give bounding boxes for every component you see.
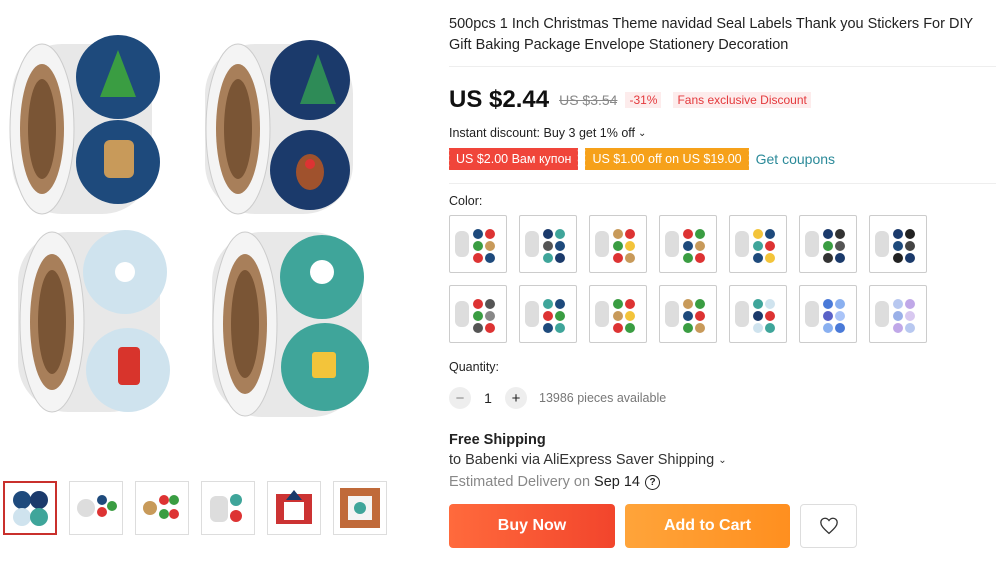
color-option-14[interactable] bbox=[869, 285, 927, 343]
price-row: US $2.44 US $3.54 -31% Fans exclusive Di… bbox=[449, 83, 996, 117]
color-option-4[interactable] bbox=[659, 215, 717, 273]
color-option-9[interactable] bbox=[519, 285, 577, 343]
quantity-decrease-button[interactable]: − bbox=[449, 387, 471, 409]
sticker-roll-image bbox=[9, 35, 160, 215]
pieces-available: 13986 pieces available bbox=[539, 391, 667, 405]
sticker-roll-image bbox=[18, 230, 170, 413]
instant-discount[interactable]: Instant discount: Buy 3 get 1% off ⌄ bbox=[449, 126, 996, 140]
product-info-panel: 500pcs 1 Inch Christmas Theme navidad Se… bbox=[446, 14, 996, 548]
color-option-image bbox=[805, 299, 845, 333]
color-option-6[interactable] bbox=[799, 215, 857, 273]
estimated-delivery-label: Estimated Delivery on bbox=[449, 474, 591, 490]
estimated-delivery-date: Sep 14 bbox=[594, 474, 640, 490]
chevron-down-icon: ⌄ bbox=[638, 127, 647, 139]
color-option-image bbox=[595, 229, 635, 263]
color-label: Color: bbox=[449, 194, 483, 208]
help-icon[interactable]: ? bbox=[645, 474, 660, 490]
main-product-image bbox=[0, 22, 380, 422]
buy-now-button[interactable]: Buy Now bbox=[449, 504, 615, 548]
color-option-image bbox=[455, 229, 495, 263]
color-option-11[interactable] bbox=[659, 285, 717, 343]
shipping-destination: to Babenki via AliExpress Saver Shipping bbox=[449, 452, 715, 468]
sticker-roll-image bbox=[212, 231, 369, 417]
chevron-down-icon: ⌄ bbox=[718, 454, 727, 466]
thumbnail-4[interactable] bbox=[201, 481, 255, 535]
thumbnail-1[interactable] bbox=[3, 481, 57, 535]
color-option-image bbox=[455, 299, 495, 333]
color-option-image bbox=[525, 229, 565, 263]
get-coupons-link[interactable]: Get coupons bbox=[756, 151, 835, 167]
color-option-image bbox=[525, 299, 565, 333]
action-buttons: Buy Now Add to Cart bbox=[449, 504, 996, 548]
color-option-12[interactable] bbox=[729, 285, 787, 343]
color-option-1[interactable] bbox=[449, 215, 507, 273]
quantity-increase-button[interactable]: + bbox=[505, 387, 527, 409]
instant-discount-label: Instant discount: Buy 3 get 1% off bbox=[449, 126, 635, 140]
coupons-row: US $2.00 Вам купон US $1.00 off on US $1… bbox=[446, 148, 996, 170]
color-swatches bbox=[449, 215, 996, 343]
thumbnail-5[interactable] bbox=[267, 481, 321, 535]
thumbnail-6[interactable] bbox=[333, 481, 387, 535]
thumbnail-2[interactable] bbox=[69, 481, 123, 535]
divider bbox=[449, 66, 996, 67]
divider bbox=[449, 183, 996, 184]
color-option-image bbox=[875, 229, 915, 263]
color-option-5[interactable] bbox=[729, 215, 787, 273]
color-option-8[interactable] bbox=[449, 285, 507, 343]
color-option-image bbox=[665, 229, 705, 263]
quantity-input[interactable]: 1 bbox=[471, 390, 505, 406]
color-option-image bbox=[735, 299, 775, 333]
current-price: US $2.44 bbox=[449, 86, 550, 113]
shipping-title: Free Shipping bbox=[449, 432, 546, 448]
sticker-roll-image bbox=[205, 40, 353, 215]
color-option-13[interactable] bbox=[799, 285, 857, 343]
color-option-image bbox=[595, 299, 635, 333]
color-option-image bbox=[875, 299, 915, 333]
product-title: 500pcs 1 Inch Christmas Theme navidad Se… bbox=[449, 16, 973, 53]
product-page: 500pcs 1 Inch Christmas Theme navidad Se… bbox=[0, 0, 996, 579]
fans-discount-badge: Fans exclusive Discount bbox=[673, 92, 811, 108]
shipping-method-selector[interactable]: to Babenki via AliExpress Saver Shipping… bbox=[449, 452, 996, 468]
color-option-image bbox=[665, 299, 705, 333]
add-to-cart-button[interactable]: Add to Cart bbox=[625, 504, 790, 548]
discount-percent-badge: -31% bbox=[625, 92, 662, 108]
quantity-label: Quantity: bbox=[449, 360, 500, 374]
thumbnail-3[interactable] bbox=[135, 481, 189, 535]
coupon-store[interactable]: US $2.00 Вам купон bbox=[446, 148, 579, 170]
quantity-stepper: − 1 + 13986 pieces available bbox=[449, 387, 996, 409]
estimated-delivery: Estimated Delivery on Sep 14 ? bbox=[449, 474, 996, 490]
color-option-image bbox=[735, 229, 775, 263]
color-option-7[interactable] bbox=[869, 215, 927, 273]
heart-icon bbox=[819, 517, 838, 535]
wishlist-button[interactable] bbox=[800, 504, 857, 548]
original-price: US $3.54 bbox=[559, 92, 618, 108]
color-option-3[interactable] bbox=[589, 215, 647, 273]
coupon-select[interactable]: US $1.00 off on US $19.00 bbox=[583, 148, 749, 170]
image-thumbnails bbox=[3, 481, 387, 535]
color-option-2[interactable] bbox=[519, 215, 577, 273]
color-option-image bbox=[805, 229, 845, 263]
color-option-10[interactable] bbox=[589, 285, 647, 343]
